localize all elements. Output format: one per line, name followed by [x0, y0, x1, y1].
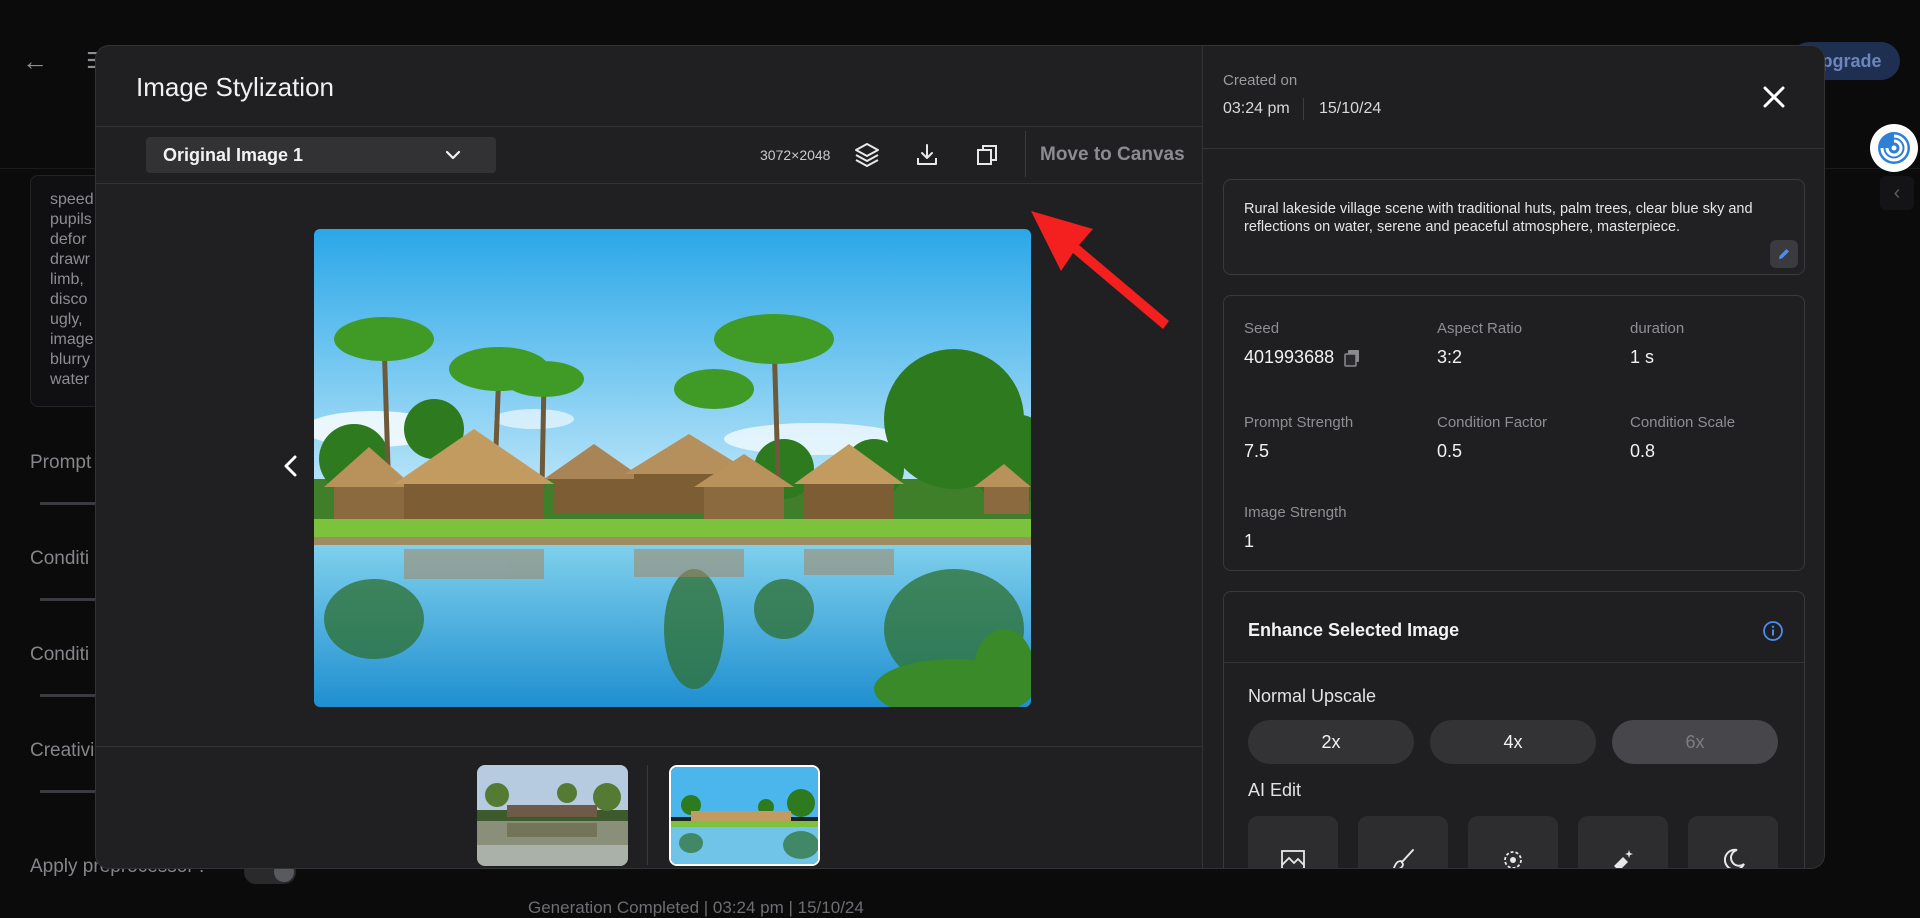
back-arrow-icon[interactable]: ←: [22, 48, 48, 74]
prompt-text: Rural lakeside village scene with tradit…: [1244, 201, 1753, 235]
image-resolution: 3072×2048: [760, 147, 831, 163]
ai-edit-label: AI Edit: [1248, 780, 1302, 800]
toolbar-divider: [1025, 131, 1026, 177]
generation-parameters: Seed 401993688 Aspect Ratio 3:2 duration…: [1223, 295, 1805, 571]
param-condition-factor: Condition Factor 0.5: [1437, 414, 1548, 461]
upscale-2x-button[interactable]: 2x: [1248, 720, 1414, 764]
thumbnail-stylized-image[interactable]: [669, 765, 820, 866]
copy-icon[interactable]: [973, 141, 1001, 169]
ai-edit-night-mode-button[interactable]: [1688, 816, 1778, 868]
move-to-canvas-button[interactable]: Move to Canvas: [1040, 144, 1185, 166]
setting-slider[interactable]: [40, 598, 100, 601]
enhance-title: Enhance Selected Image: [1248, 620, 1460, 640]
chevron-down-icon: [445, 150, 461, 160]
main-preview-image: [314, 229, 1031, 707]
preview-toolbar: Original Image 1 3072×2048 Move to Canva…: [96, 126, 1202, 184]
image-select-dropdown[interactable]: Original Image 1: [146, 137, 496, 173]
modal-title: Image Stylization: [136, 72, 334, 102]
brush-icon: [1392, 849, 1414, 868]
image-edit-icon: [1281, 850, 1305, 868]
assistant-logo-icon[interactable]: [1870, 124, 1918, 172]
seed-value: 401993688: [1244, 347, 1335, 367]
close-icon[interactable]: [1761, 84, 1787, 110]
created-divider: [1303, 98, 1304, 120]
thumbnail-strip: [96, 746, 1202, 868]
prompt-box: Rural lakeside village scene with tradit…: [1223, 179, 1805, 275]
details-pane: Created on 03:24 pm 15/10/24 Rural lakes…: [1202, 46, 1824, 868]
chevron-left-icon[interactable]: [278, 453, 304, 479]
ai-edit-magic-eraser-button[interactable]: [1578, 816, 1668, 868]
param-image-strength: Image Strength 1: [1244, 504, 1347, 551]
night-mode-icon: [1723, 848, 1745, 868]
details-divider: [1203, 148, 1824, 149]
setting-label: Prompt: [30, 452, 92, 473]
download-icon[interactable]: [913, 141, 941, 169]
magic-eraser-icon: [1614, 850, 1633, 868]
remove-background-icon: [1504, 851, 1522, 868]
param-duration: duration 1 s: [1630, 320, 1685, 367]
param-prompt-strength: Prompt Strength 7.5: [1244, 414, 1354, 461]
param-seed: Seed 401993688: [1244, 320, 1424, 368]
enhance-panel: Enhance Selected Image Normal Upscale 2x…: [1223, 591, 1805, 868]
thumbnail-original-image[interactable]: [477, 765, 628, 866]
generation-status: Generation Completed | 03:24 pm | 15/10/…: [528, 898, 864, 917]
setting-label: Conditi: [30, 644, 90, 665]
collapse-panel-icon[interactable]: ‹: [1880, 176, 1914, 210]
ai-edit-image-button[interactable]: [1248, 816, 1338, 868]
setting-slider[interactable]: [40, 790, 100, 793]
ai-edit-brush-button[interactable]: [1358, 816, 1448, 868]
thumbnail-divider: [647, 765, 648, 865]
setting-label: Creativi: [30, 740, 95, 761]
setting-slider[interactable]: [40, 502, 100, 505]
image-select-value: Original Image 1: [163, 145, 304, 165]
normal-upscale-label: Normal Upscale: [1248, 686, 1377, 706]
param-aspect-ratio: Aspect Ratio 3:2: [1437, 320, 1523, 367]
created-on-label: Created on: [1223, 72, 1298, 89]
setting-label: Conditi: [30, 548, 90, 569]
upscale-4x-button[interactable]: 4x: [1430, 720, 1596, 764]
preview-pane: Image Stylization Original Image 1 3072×…: [96, 46, 1202, 868]
ai-edit-remove-background-button[interactable]: [1468, 816, 1558, 868]
image-stylization-modal: Image Stylization Original Image 1 3072×…: [95, 45, 1825, 869]
layers-icon[interactable]: [853, 141, 881, 169]
created-date: 15/10/24: [1319, 100, 1382, 117]
annotation-arrow-icon: [1031, 211, 1169, 329]
param-condition-scale: Condition Scale 0.8: [1630, 414, 1736, 461]
enhance-divider: [1224, 662, 1804, 663]
setting-slider[interactable]: [40, 694, 100, 697]
created-time: 03:24 pm: [1223, 100, 1290, 117]
copy-seed-icon[interactable]: [1344, 349, 1360, 367]
info-icon[interactable]: [1762, 620, 1784, 642]
pencil-icon: [1779, 249, 1789, 259]
edit-prompt-button[interactable]: [1770, 240, 1798, 268]
upscale-6x-button: 6x: [1612, 720, 1778, 764]
